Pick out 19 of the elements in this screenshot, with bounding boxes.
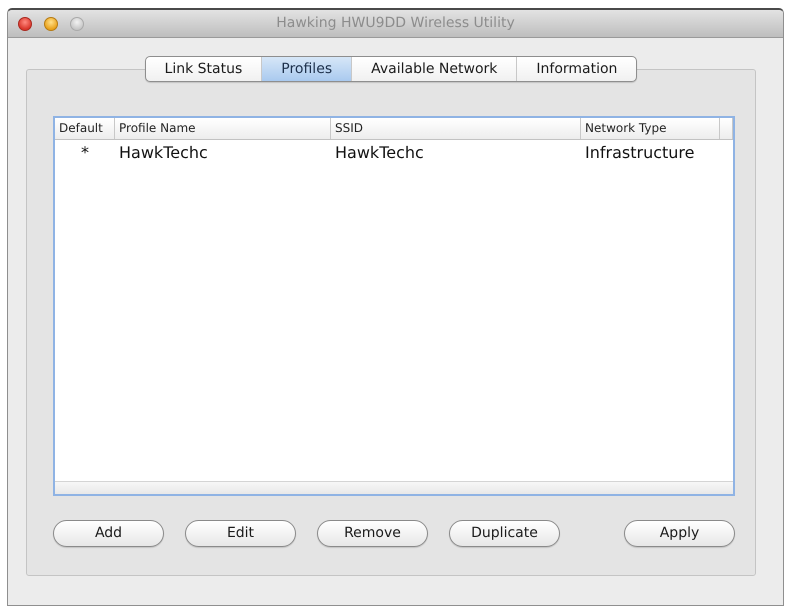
action-button[interactable]: Edit (185, 520, 296, 547)
tab[interactable]: Link Status (146, 57, 262, 81)
tab[interactable]: Profiles (261, 57, 352, 81)
window-title: Hawking HWU9DD Wireless Utility (276, 14, 515, 33)
table-cell-text: Infrastructure (584, 142, 696, 164)
tab[interactable]: Available Network (351, 57, 516, 81)
column-header[interactable]: Profile Name (115, 118, 331, 139)
minimize-button[interactable] (44, 16, 58, 30)
column-header[interactable]: Default (55, 118, 115, 139)
apply-button[interactable]: Apply (624, 520, 735, 547)
close-button[interactable] (18, 16, 32, 30)
table-cell-text: * (80, 142, 90, 164)
column-header[interactable]: Network Type (581, 118, 720, 139)
action-button[interactable]: Remove (317, 520, 428, 547)
column-header[interactable]: SSID (331, 118, 581, 139)
table-cell-text: HawkTechc (334, 142, 425, 164)
action-button[interactable]: Duplicate (449, 520, 560, 547)
table-cell-text: HawkTechc (118, 142, 209, 164)
action-button[interactable]: Add (53, 520, 164, 547)
